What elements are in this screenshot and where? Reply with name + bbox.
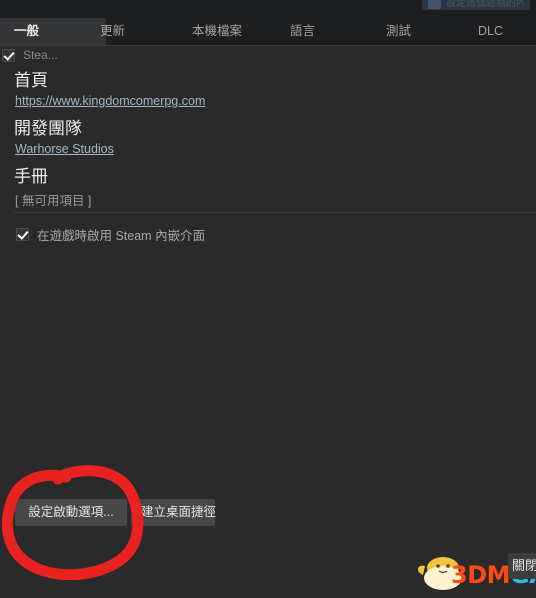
tab-language[interactable]: 語言 [290,18,338,45]
game-properties-chip[interactable]: 設定這個遊戲的內容 [422,0,530,10]
steam-overlay-checkbox-row[interactable]: 在遊戲時啟用 Steam 內嵌介面 [16,225,205,244]
tab-betas-label: 測試 [386,24,412,38]
tab-updates-label: 更新 [100,24,126,38]
create-desktop-shortcut-button[interactable]: 建立桌面捷徑 [131,499,216,526]
properties-tab-bar: 一般 更新 本機檔案 語言 測試 DLC [0,18,536,46]
tab-general-label: 一般 [14,24,40,38]
tab-updates[interactable]: 更新 [100,18,160,45]
tab-betas[interactable]: 測試 [386,18,434,45]
manual-note: [ 無可用項目 ] [15,194,92,208]
manual-heading: 手冊 [14,167,48,187]
steam-overlay-checkbox[interactable] [16,228,29,241]
developer-link[interactable]: Warhorse Studios [15,142,114,156]
tab-dlc-label: DLC [478,24,504,38]
steam-cloud-checkbox-label: Stea... [23,48,58,62]
tab-language-label: 語言 [290,24,316,38]
homepage-heading: 首頁 [14,71,48,91]
window-top-strip: 設定這個遊戲的內容 [0,0,536,18]
developer-heading: 開發團隊 [14,119,82,139]
set-launch-options-button[interactable]: 設定啟動選項... [15,499,127,526]
chip-label: 設定這個遊戲的內容 [446,0,524,9]
tab-dlc[interactable]: DLC [478,18,526,45]
section-divider [14,212,536,213]
steam-cloud-checkbox[interactable] [2,48,15,62]
tab-local-files[interactable]: 本機檔案 [192,18,268,45]
close-button[interactable]: 關閉 [508,553,536,579]
tab-local-files-label: 本機檔案 [192,24,243,38]
chip-icon [428,0,441,9]
homepage-link[interactable]: https://www.kingdomcomerpg.com [15,94,205,108]
general-tab-panel: Stea... 首頁 https://www.kingdomcomerpg.co… [0,46,536,593]
tab-general[interactable]: 一般 [0,18,106,45]
steam-overlay-checkbox-label: 在遊戲時啟用 Steam 內嵌介面 [37,229,206,243]
steam-cloud-checkbox-row[interactable]: Stea... [2,48,58,62]
